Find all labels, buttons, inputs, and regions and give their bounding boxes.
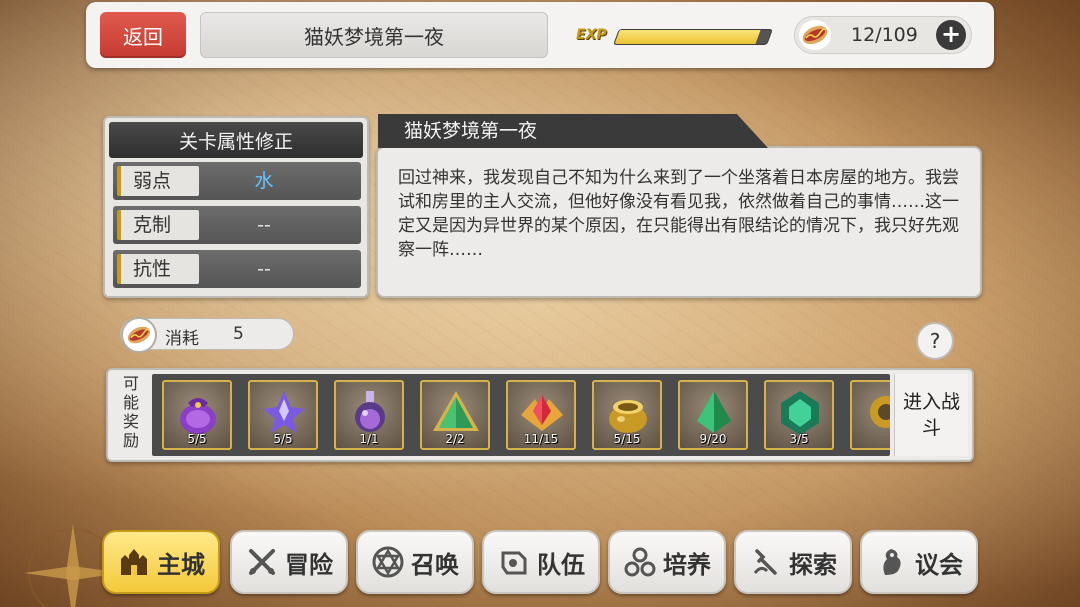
nav-team[interactable]: 队伍 (482, 530, 600, 594)
potion-flask-icon (355, 391, 385, 432)
hotdog-stamina-icon (799, 20, 831, 50)
nav-label: 探索 (789, 550, 837, 579)
rewards-list[interactable]: 5/5 5/5 1/1 2/2 11/15 5/15 9/20 3/5 (152, 374, 890, 456)
attribute-value: -- (257, 258, 271, 280)
reward-count: 3/5 (789, 432, 809, 446)
stage-attribute-panel: 关卡属性修正 弱点 水 克制 -- 抗性 -- (103, 116, 369, 298)
reward-item[interactable]: 1/1 (334, 380, 404, 450)
nav-adventure[interactable]: 冒险 (230, 530, 348, 594)
attribute-row-weakness: 弱点 水 (113, 162, 361, 200)
nav-explore[interactable]: 探索 (734, 530, 852, 594)
reward-count: 9/20 (699, 432, 727, 446)
exp-bar-fill (614, 30, 761, 44)
gold-ornament-icon (870, 396, 890, 428)
reward-count: 11/15 (523, 432, 559, 446)
nav-cultivate[interactable]: 培养 (608, 530, 726, 594)
cost-label: 消耗 (165, 329, 199, 349)
nav-label: 队伍 (537, 550, 585, 579)
nav-label: 冒险 (285, 550, 333, 579)
crossed-swords-icon (249, 549, 275, 575)
green-cube-gem-icon (781, 391, 819, 435)
attribute-row-counter: 克制 -- (113, 206, 361, 244)
reward-count: 2/2 (445, 432, 465, 446)
add-stamina-button[interactable]: + (936, 20, 966, 50)
attribute-label: 抗性 (117, 254, 199, 284)
reward-count: 5/15 (613, 432, 641, 446)
reward-item[interactable]: 5/5 (162, 380, 232, 450)
attribute-label: 弱点 (117, 166, 199, 196)
top-bar: 返回 猫妖梦境第一夜 EXP 12/109 + (86, 2, 994, 68)
summon-circle-icon (372, 546, 404, 578)
stage-title: 猫妖梦境第一夜 (200, 12, 548, 58)
nav-label: 召唤 (411, 550, 459, 579)
rewards-bar: 可能奖励 5/5 5/5 1/1 2/2 11/15 5/15 9/20 3/5… (106, 368, 974, 462)
rewards-label: 可能奖励 (122, 374, 139, 450)
nav-label: 培养 (663, 550, 711, 579)
help-button[interactable]: ? (916, 322, 954, 360)
cost-value: 5 (233, 324, 244, 344)
nav-summon[interactable]: 召唤 (356, 530, 474, 594)
back-button[interactable]: 返回 (100, 12, 186, 58)
nav-label: 主城 (157, 550, 205, 579)
green-pyramid-gem-icon (433, 391, 479, 431)
attribute-value: 水 (254, 170, 274, 192)
exp-label: EXP (576, 27, 607, 43)
stage-description-title: 猫妖梦境第一夜 (378, 114, 768, 148)
council-icon (883, 549, 901, 575)
reward-item-partial[interactable] (850, 380, 890, 450)
castle-icon (121, 549, 147, 575)
reward-count: 1/1 (359, 432, 379, 446)
exp-bar (613, 29, 773, 45)
red-crystal-icon (521, 395, 563, 431)
attribute-row-resistance: 抗性 -- (113, 250, 361, 288)
stage-description-panel: 回过神来，我发现自己不知为什么来到了一个坐落着日本房屋的地方。我尝试和房里的主人… (376, 146, 982, 298)
stamina-value: 12/109 (851, 24, 918, 46)
reward-item[interactable]: 9/20 (678, 380, 748, 450)
explore-icon (753, 549, 777, 575)
purple-crystal-icon (263, 391, 305, 433)
attribute-panel-title: 关卡属性修正 (109, 122, 363, 158)
reward-item[interactable]: 2/2 (420, 380, 490, 450)
nav-label: 议会 (915, 550, 963, 579)
stage-description-text: 回过神来，我发现自己不知为什么来到了一个坐落着日本房屋的地方。我尝试和房里的主人… (398, 168, 959, 260)
purple-pouch-icon (180, 398, 216, 434)
reward-count: 5/5 (273, 432, 293, 446)
cultivate-icon (624, 547, 656, 577)
stamina-cost: 消耗 5 (120, 317, 294, 353)
nav-main-city[interactable]: 主城 (102, 530, 220, 594)
green-shard-icon (697, 391, 731, 433)
attribute-value: -- (257, 214, 271, 236)
reward-count: 5/5 (187, 432, 207, 446)
team-icon (501, 551, 527, 575)
reward-item[interactable]: 11/15 (506, 380, 576, 450)
enter-battle-button[interactable]: 进入战斗 (894, 374, 968, 456)
attribute-label: 克制 (117, 210, 199, 240)
nav-council[interactable]: 议会 (860, 530, 978, 594)
hotdog-stamina-icon (121, 317, 157, 353)
reward-item[interactable]: 3/5 (764, 380, 834, 450)
map-background (0, 0, 1080, 607)
reward-item[interactable]: 5/5 (248, 380, 318, 450)
reward-item[interactable]: 5/15 (592, 380, 662, 450)
gold-pot-icon (609, 400, 647, 433)
